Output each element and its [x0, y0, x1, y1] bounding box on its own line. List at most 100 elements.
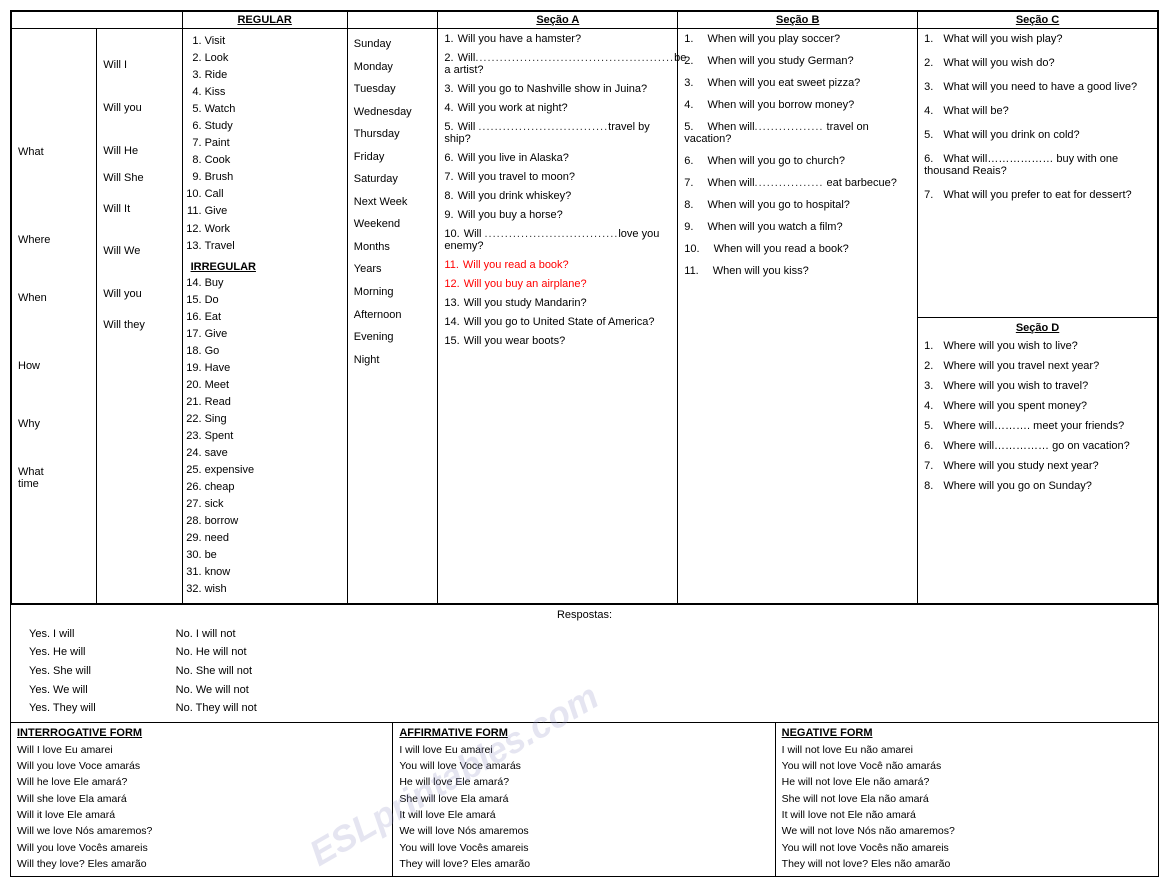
- regular-item-9: Brush: [205, 169, 341, 186]
- secao-b-col: 1.When will you play soccer? 2.When will…: [684, 33, 911, 277]
- irregular-item-18: Go: [205, 343, 341, 360]
- regular-item-8: Cook: [205, 152, 341, 169]
- wh-spacer3: [18, 312, 90, 352]
- aff-row-1: I will love Eu amarei: [399, 742, 768, 758]
- irregular-item-14: Buy: [205, 275, 341, 292]
- sd-item-6: 6.Where will…………… go on vacation?: [924, 440, 1151, 452]
- int-row-1: Will I love Eu amarei: [17, 742, 386, 758]
- regular-item-2: Look: [205, 50, 341, 67]
- sb-item-2: 2.When will you study German?: [684, 55, 911, 67]
- aff-row-8: They will love? Eles amarão: [399, 856, 768, 872]
- affirmative-header: AFFIRMATIVE FORM: [399, 727, 768, 739]
- sc-item-4: 4.What will be?: [924, 105, 1151, 117]
- irregular-item-20: Meet: [205, 377, 341, 394]
- wh-how: How: [18, 360, 90, 372]
- aff-row-2: You will love Voce amarás: [399, 758, 768, 774]
- irregular-item-30: be: [205, 547, 341, 564]
- day-friday: Friday: [354, 146, 432, 169]
- neg-row-3: He will not love Ele não amará?: [782, 774, 1152, 790]
- irregular-item-24: save: [205, 445, 341, 462]
- aff-row-3: He will love Ele amará?: [399, 774, 768, 790]
- irregular-item-26: cheap: [205, 479, 341, 496]
- int-row-7: Will you love Vocês amareis: [17, 840, 386, 856]
- sd-item-2: 2.Where will you travel next year?: [924, 360, 1151, 372]
- day-evening: Evening: [354, 326, 432, 349]
- irregular-header: IRREGULAR: [191, 261, 341, 273]
- sa-item-13: 13.Will you study Mandarin?: [444, 297, 671, 309]
- res-yes-5: Yes. They will: [29, 699, 96, 718]
- will-words-col: Will I Will you Will He Will She Will It…: [103, 55, 175, 336]
- sb-item-6: 6.When will you go to church?: [684, 155, 911, 167]
- wh-spacer1: [18, 166, 90, 226]
- will-they: Will they: [103, 315, 175, 336]
- int-row-6: Will we love Nós amaremos?: [17, 823, 386, 839]
- sa-item-3: 3.Will you go to Nashville show in Juina…: [444, 83, 671, 95]
- sb-item-3: 3.When will you eat sweet pizza?: [684, 77, 911, 89]
- aff-row-6: We will love Nós amaremos: [399, 823, 768, 839]
- irregular-item-22: Sing: [205, 411, 341, 428]
- sb-item-1: 1.When will you play soccer?: [684, 33, 911, 45]
- int-row-3: Will he love Ele amará?: [17, 774, 386, 790]
- aff-row-4: She will love Ela amará: [399, 791, 768, 807]
- res-yes-1: Yes. I will: [29, 625, 96, 644]
- regular-header: REGULAR: [237, 14, 291, 26]
- sd-item-8: 8.Where will you go on Sunday?: [924, 480, 1151, 492]
- day-months: Months: [354, 236, 432, 259]
- secao-d-header: Seção D: [924, 322, 1151, 334]
- day-tuesday: Tuesday: [354, 78, 432, 101]
- day-weekend: Weekend: [354, 213, 432, 236]
- regular-item-11: Give: [205, 203, 341, 220]
- will-he: Will He: [103, 141, 175, 162]
- wh-spacer2: [18, 254, 90, 284]
- sb-item-7: 7.When will................. eat barbecu…: [684, 177, 911, 189]
- regular-list: Visit Look Ride Kiss Watch Study Paint C…: [205, 33, 341, 255]
- sa-item-4: 4.Will you work at night?: [444, 102, 671, 114]
- day-afternoon: Afternoon: [354, 304, 432, 327]
- respostas-no-col: No. I will not No. He will not No. She w…: [176, 625, 257, 718]
- regular-item-6: Study: [205, 118, 341, 135]
- irregular-item-23: Spent: [205, 428, 341, 445]
- will-i: Will I: [103, 55, 175, 76]
- will-you-2: Will you: [103, 284, 175, 305]
- interrogative-col: INTERROGATIVE FORM Will I love Eu amarei…: [11, 723, 393, 876]
- sb-item-5: 5.When will................. travel on v…: [684, 121, 911, 145]
- secao-c-col: 1.What will you wish play? 2.What will y…: [924, 33, 1151, 201]
- irregular-item-16: Eat: [205, 309, 341, 326]
- sc-item-1: 1.What will you wish play?: [924, 33, 1151, 45]
- sa-item-7: 7.Will you travel to moon?: [444, 171, 671, 183]
- day-monday: Monday: [354, 56, 432, 79]
- irregular-item-17: Give: [205, 326, 341, 343]
- sd-item-5: 5.Where will………. meet your friends?: [924, 420, 1151, 432]
- wh-spacer4: [18, 380, 90, 410]
- respostas-label: Respostas:: [19, 609, 1150, 621]
- irregular-item-19: Have: [205, 360, 341, 377]
- sa-item-2: 2.Will..................................…: [444, 52, 671, 76]
- sb-item-9: 9.When will you watch a film?: [684, 221, 911, 233]
- sa-item-9: 9.Will you buy a horse?: [444, 209, 671, 221]
- sc-item-2: 2.What will you wish do?: [924, 57, 1151, 69]
- will-she: Will She: [103, 168, 175, 189]
- sa-item-15: 15.Will you wear boots?: [444, 335, 671, 347]
- irregular-item-32: wish: [205, 581, 341, 598]
- irregular-item-29: need: [205, 530, 341, 547]
- interrogative-header: INTERROGATIVE FORM: [17, 727, 386, 739]
- int-row-2: Will you love Voce amarás: [17, 758, 386, 774]
- wh-words-col: What Where When How Why Whattime: [18, 142, 90, 490]
- sa-item-5: 5.Will ................................t…: [444, 121, 671, 145]
- sc-item-7: 7.What will you prefer to eat for desser…: [924, 189, 1151, 201]
- sa-item-14: 14.Will you go to United State of Americ…: [444, 316, 671, 328]
- will-you-1: Will you: [103, 98, 175, 119]
- secao-a-header: Seção A: [536, 14, 579, 26]
- irregular-item-21: Read: [205, 394, 341, 411]
- secao-b-header: Seção B: [776, 14, 819, 26]
- res-yes-4: Yes. We will: [29, 681, 96, 700]
- sc-item-3: 3.What will you need to have a good live…: [924, 81, 1151, 93]
- regular-verbs-col: Visit Look Ride Kiss Watch Study Paint C…: [189, 33, 341, 599]
- will-it: Will It: [103, 199, 175, 220]
- neg-row-7: You will not love Vocês não amareis: [782, 840, 1152, 856]
- day-wednesday: Wednesday: [354, 101, 432, 124]
- negative-header: NEGATIVE FORM: [782, 727, 1152, 739]
- neg-row-1: I will not love Eu não amarei: [782, 742, 1152, 758]
- day-next-week: Next Week: [354, 191, 432, 214]
- sb-item-11: 11.When will you kiss?: [684, 265, 911, 277]
